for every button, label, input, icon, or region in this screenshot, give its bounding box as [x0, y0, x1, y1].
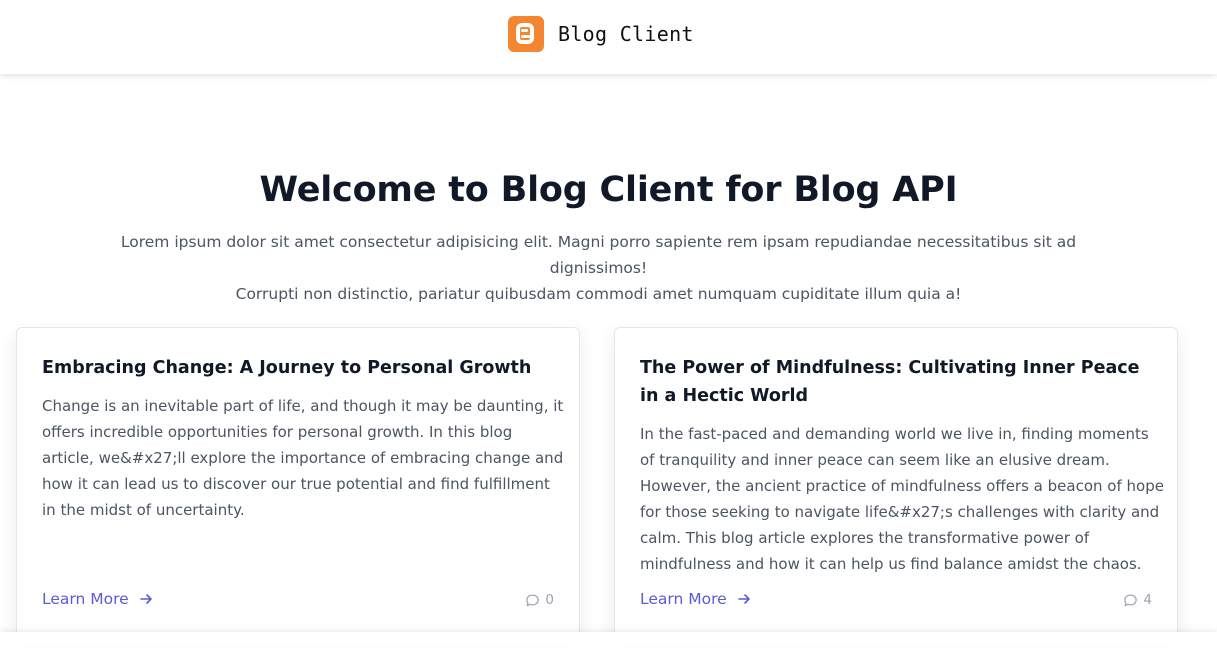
comment-count: 4 [1123, 592, 1152, 608]
post-card: The Power of Mindfulness: Cultivating In… [614, 327, 1178, 645]
brand-name[interactable]: Blog Client [558, 22, 694, 46]
hero-description-line-1: Lorem ipsum dolor sit amet consectetur a… [120, 233, 1077, 277]
post-title[interactable]: The Power of Mindfulness: Cultivating In… [640, 354, 1160, 410]
post-excerpt: Change is an inevitable part of life, an… [42, 397, 564, 519]
comment-icon [1124, 593, 1138, 606]
post-excerpt: In the fast-paced and demanding world we… [640, 425, 1164, 573]
brand[interactable]: Blog Client [508, 16, 694, 52]
comment-icon [526, 593, 540, 606]
post-title[interactable]: Embracing Change: A Journey to Personal … [42, 354, 562, 382]
hero-description-line-2: Corrupti non distinctio, pariatur quibus… [235, 285, 962, 303]
comment-count: 0 [525, 592, 554, 608]
learn-more-link[interactable]: Learn More [640, 590, 751, 608]
hero-description: Lorem ipsum dolor sit amet consectetur a… [100, 229, 1097, 307]
arrow-right-icon [139, 594, 152, 604]
page-title: Welcome to Blog Client for Blog API [259, 170, 958, 210]
learn-more-label: Learn More [640, 590, 727, 608]
comment-count-value: 0 [545, 592, 554, 608]
bottom-overlay [0, 632, 1217, 659]
learn-more-label: Learn More [42, 590, 129, 608]
arrow-right-icon [737, 594, 750, 604]
learn-more-link[interactable]: Learn More [42, 590, 153, 608]
blogger-icon[interactable] [508, 16, 544, 52]
navbar: Blog Client [0, 0, 1217, 74]
comment-count-value: 4 [1143, 592, 1152, 608]
post-card: Embracing Change: A Journey to Personal … [16, 327, 580, 645]
